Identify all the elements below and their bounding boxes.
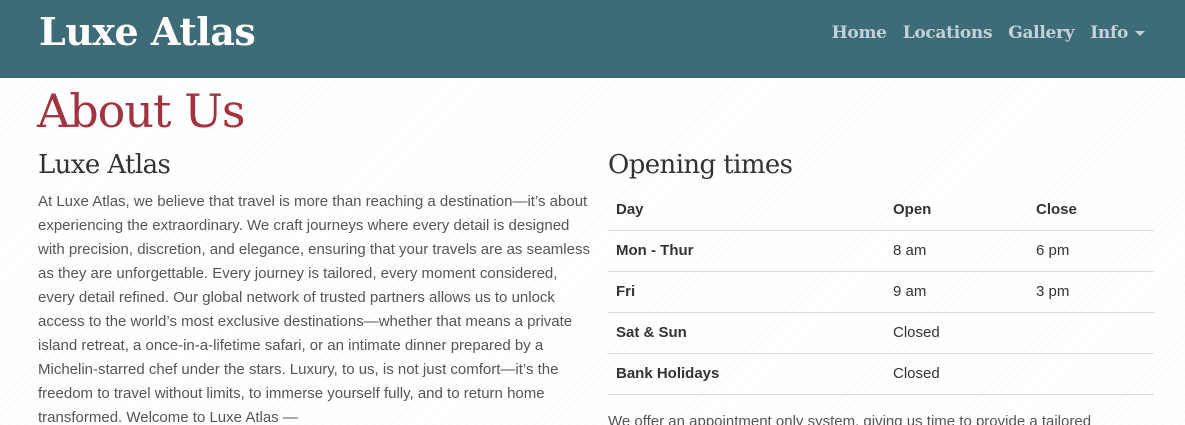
row-open: 8 am [885,230,1028,272]
row-close: 3 pm [1028,271,1154,313]
row-open: 9 am [885,271,1028,313]
page-title: About Us [37,84,245,138]
opening-times-heading: Opening times [608,150,793,180]
row-day: Mon - Thur [608,230,885,272]
chevron-down-icon [1135,31,1145,36]
nav-link-locations[interactable]: Locations [903,23,993,43]
row-day: Sat & Sun [608,312,885,354]
column-header-day: Day [608,190,885,231]
opening-times-table: Day Open Close Mon - Thur 8 am 6 pm Fri … [608,190,1154,395]
nav-menu: Home Locations Gallery Info [832,20,1145,46]
row-day: Bank Holidays [608,353,885,395]
nav-link-info-dropdown[interactable]: Info [1090,23,1145,43]
row-open: Closed [885,312,1028,354]
table-row: Sat & Sun Closed [608,312,1154,354]
appointment-note: We offer an appointment only system, giv… [608,413,1092,425]
row-close [1028,353,1154,395]
nav-link-home[interactable]: Home [832,23,887,43]
about-heading: Luxe Atlas [38,150,171,180]
nav-link-gallery[interactable]: Gallery [1008,23,1074,43]
table-row: Mon - Thur 8 am 6 pm [608,230,1154,272]
navbar: Luxe Atlas Home Locations Gallery Info [0,0,1185,78]
row-close: 6 pm [1028,230,1154,272]
column-header-close: Close [1028,190,1154,231]
row-close [1028,312,1154,354]
brand-logo-link[interactable]: Luxe Atlas [39,9,256,54]
about-paragraph: At Luxe Atlas, we believe that travel is… [38,193,590,425]
table-row: Fri 9 am 3 pm [608,271,1154,313]
table-header-row: Day Open Close [608,190,1154,231]
row-open: Closed [885,353,1028,395]
nav-link-info-label: Info [1090,23,1128,43]
table-row: Bank Holidays Closed [608,353,1154,395]
column-header-open: Open [885,190,1028,231]
row-day: Fri [608,271,885,313]
